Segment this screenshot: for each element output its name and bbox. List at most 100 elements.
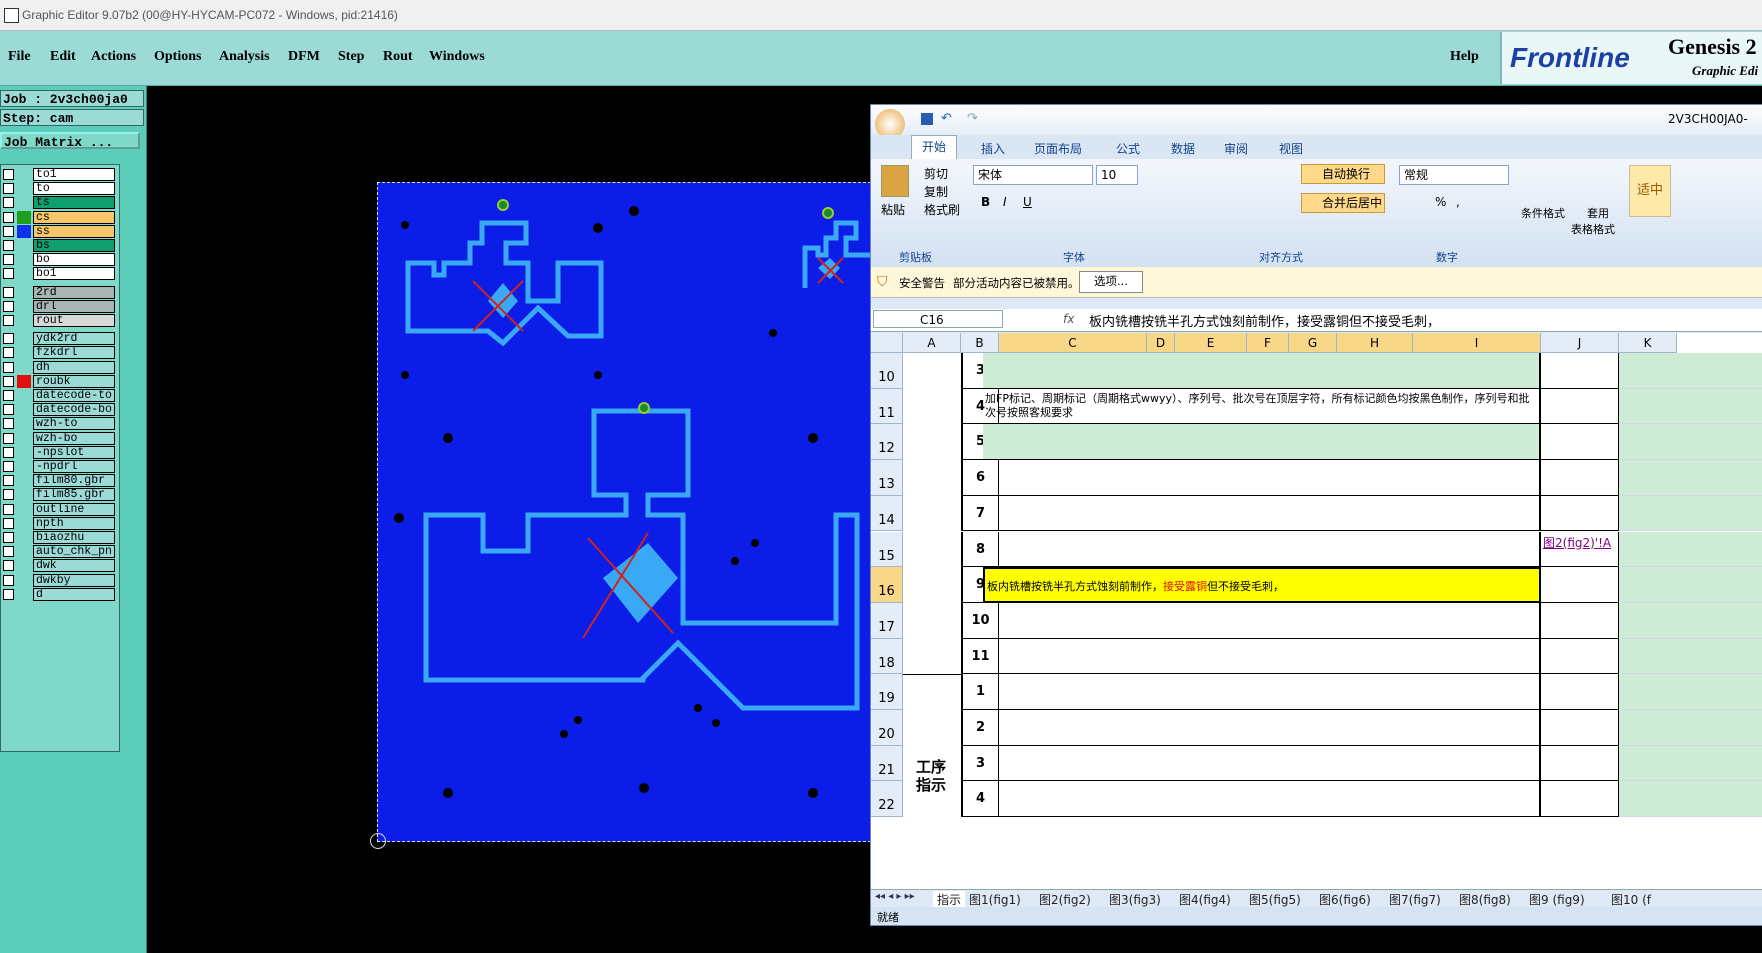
layer-checkbox[interactable]: [3, 461, 14, 472]
column-header[interactable]: H: [1337, 333, 1413, 353]
row-header[interactable]: 14: [871, 495, 903, 532]
layer-row[interactable]: -npdrl: [1, 459, 119, 474]
tab-home[interactable]: 开始: [911, 135, 958, 160]
row-header[interactable]: 20: [871, 710, 903, 746]
layer-checkbox[interactable]: [3, 347, 14, 359]
row-header[interactable]: 12: [871, 424, 903, 461]
layer-name[interactable]: bo1: [33, 267, 115, 281]
layer-name[interactable]: bo: [33, 253, 115, 267]
menu-step[interactable]: Step: [338, 49, 364, 65]
layer-name[interactable]: rout: [33, 314, 115, 327]
menu-windows[interactable]: Windows: [429, 49, 485, 65]
layer-checkbox[interactable]: [3, 475, 14, 487]
layer-checkbox[interactable]: [3, 300, 14, 312]
column-header[interactable]: B: [961, 333, 999, 353]
layer-row[interactable]: cs: [1, 210, 119, 225]
layer-checkbox[interactable]: [3, 375, 14, 387]
reference-cell[interactable]: [1541, 495, 1619, 532]
layer-name[interactable]: datecode-bo: [33, 403, 115, 417]
tab-page-layout[interactable]: 页面布局: [1034, 140, 1082, 157]
formula-input[interactable]: 板内铣槽按铣半孔方式蚀刻前制作，接受露铜但不接受毛刺，: [1089, 311, 1440, 330]
tab-formulas[interactable]: 公式: [1116, 140, 1140, 157]
grid-cell[interactable]: [1619, 353, 1762, 389]
layer-row[interactable]: auto_chk_pn.: [1, 544, 119, 559]
sheet-tab[interactable]: 图4(fig4): [1179, 891, 1231, 908]
layer-name[interactable]: to: [33, 182, 115, 196]
layer-row[interactable]: drl: [1, 299, 119, 314]
layer-name[interactable]: drl: [33, 299, 115, 313]
layer-checkbox[interactable]: [3, 489, 14, 501]
layer-row[interactable]: to1: [1, 167, 119, 182]
layer-name[interactable]: d: [33, 587, 115, 601]
layer-name[interactable]: cs: [33, 210, 115, 224]
layer-checkbox[interactable]: [3, 268, 14, 280]
reference-cell[interactable]: [1541, 602, 1619, 639]
instruction-cell[interactable]: [983, 781, 1541, 818]
layer-name[interactable]: ydk2rd: [33, 332, 115, 346]
copy-button[interactable]: 复制: [924, 183, 948, 200]
layer-row[interactable]: film85.gbr: [1, 487, 119, 502]
layer-row[interactable]: wzh-to: [1, 416, 119, 431]
grid-cell[interactable]: [1619, 388, 1762, 425]
layer-name[interactable]: datecode-to: [33, 389, 115, 402]
row-header[interactable]: 19: [871, 674, 903, 710]
layer-row[interactable]: npth: [1, 516, 119, 531]
comma-button[interactable]: ,: [1456, 195, 1460, 209]
layer-name[interactable]: dwk: [33, 559, 115, 573]
layer-row[interactable]: bs: [1, 238, 119, 253]
instruction-cell[interactable]: [983, 531, 1541, 568]
format-table-button[interactable]: 套用: [1587, 205, 1609, 221]
layer-row[interactable]: wzh-bo: [1, 431, 119, 446]
name-box[interactable]: C16: [873, 310, 1003, 328]
layer-checkbox[interactable]: [3, 315, 14, 326]
grid-cell[interactable]: [1619, 567, 1762, 603]
grid-cell[interactable]: [1619, 602, 1762, 639]
column-header[interactable]: J: [1541, 333, 1619, 353]
layer-checkbox[interactable]: [3, 446, 14, 458]
layer-name[interactable]: bs: [33, 239, 115, 252]
format-painter-button[interactable]: 格式刷: [924, 201, 960, 218]
menu-rout[interactable]: Rout: [383, 49, 413, 65]
column-header[interactable]: E: [1175, 333, 1247, 353]
sheet-tab[interactable]: 图10 (f: [1611, 891, 1651, 908]
row-header[interactable]: 18: [871, 638, 903, 675]
layer-checkbox[interactable]: [3, 546, 14, 558]
job-matrix-button[interactable]: Job Matrix ...: [0, 132, 140, 150]
undo-icon[interactable]: ↶: [941, 111, 952, 126]
percent-button[interactable]: %: [1435, 195, 1446, 209]
sheet-tab[interactable]: 图6(fig6): [1319, 891, 1371, 908]
layer-checkbox[interactable]: [3, 418, 14, 430]
layer-name[interactable]: to1: [33, 168, 115, 181]
instruction-cell[interactable]: [983, 710, 1541, 746]
merge-center-button[interactable]: 合并后居中: [1301, 193, 1385, 213]
instruction-cell[interactable]: [983, 353, 1541, 389]
layer-checkbox[interactable]: [3, 197, 14, 209]
layer-row[interactable]: dh: [1, 360, 119, 375]
layer-name[interactable]: 2rd: [33, 285, 115, 299]
grid-cell[interactable]: [1619, 674, 1762, 710]
style-neutral[interactable]: 适中: [1629, 165, 1671, 217]
layer-row[interactable]: d: [1, 587, 119, 602]
menu-actions[interactable]: Actions: [91, 49, 136, 65]
layer-row[interactable]: -npslot: [1, 445, 119, 460]
tab-data[interactable]: 数据: [1171, 140, 1195, 157]
layer-checkbox[interactable]: [3, 183, 14, 195]
row-header[interactable]: 13: [871, 460, 903, 496]
sheet-tab[interactable]: 图8(fig8): [1459, 891, 1511, 908]
instruction-cell[interactable]: 加FP标记、周期标记（周期格式wwyy）、序列号、批次号在顶层字符，所有标记颜色…: [983, 388, 1541, 425]
bold-button[interactable]: B: [981, 195, 990, 209]
wrap-text-button[interactable]: 自动换行: [1301, 164, 1385, 184]
layer-row[interactable]: dwkby: [1, 573, 119, 588]
layer-name[interactable]: dwkby: [33, 573, 115, 587]
layer-name[interactable]: outline: [33, 502, 115, 516]
layer-name[interactable]: auto_chk_pn.: [33, 545, 115, 559]
column-header[interactable]: G: [1289, 333, 1337, 353]
menu-edit[interactable]: Edit: [50, 49, 76, 65]
cut-button[interactable]: 剪切: [924, 165, 948, 182]
paste-icon[interactable]: [881, 165, 909, 197]
column-header[interactable]: C: [999, 333, 1147, 353]
grid-cell[interactable]: [1619, 745, 1762, 782]
layer-row[interactable]: to: [1, 181, 119, 196]
paste-button[interactable]: 粘贴: [881, 201, 905, 218]
layer-checkbox[interactable]: [3, 225, 14, 237]
